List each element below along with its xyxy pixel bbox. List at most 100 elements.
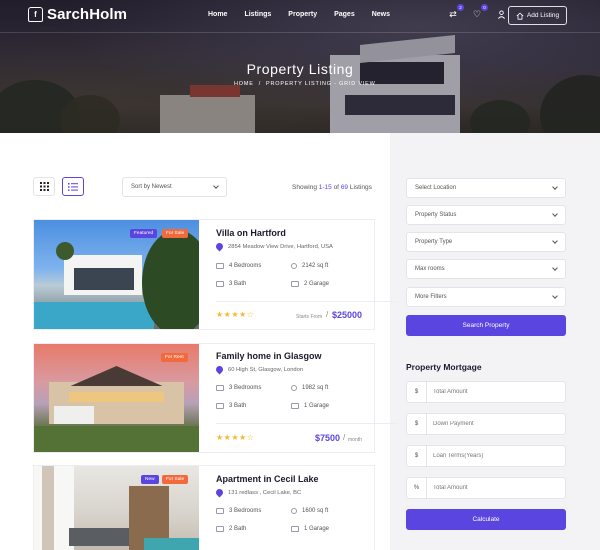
price-separator: /	[326, 310, 329, 319]
chevron-down-icon	[552, 265, 558, 271]
add-listing-button[interactable]: Add Listing	[508, 6, 567, 25]
currency-prefix: $	[407, 446, 427, 466]
photo-windows	[69, 392, 164, 402]
logo-mark-letter: f	[34, 10, 37, 19]
search-property-button[interactable]: Search Property	[406, 315, 566, 336]
page-title: Property Listing	[246, 61, 354, 77]
compare-count: 2	[457, 4, 464, 11]
results-prefix: Showing	[292, 184, 319, 191]
compare-icon[interactable]: ⇄ 2	[448, 4, 464, 19]
bedrooms-value: 3 Bedrooms	[229, 385, 262, 391]
listing-card[interactable]: New For Sale Apartment in Cecil Lake 131…	[33, 465, 375, 550]
list-view-button[interactable]	[62, 177, 84, 196]
grid-icon	[39, 182, 49, 191]
area: 2142 sq ft	[291, 263, 328, 269]
type-label: Property Type	[415, 239, 453, 245]
badge-for-sale: For Sale	[162, 475, 189, 484]
bath-icon	[216, 526, 224, 532]
more-filters-select[interactable]: More Filters	[406, 287, 566, 307]
bedrooms-value: 4 Bedrooms	[229, 263, 262, 269]
location-label: Select Location	[415, 185, 457, 191]
results-count: Showing 1-15 of 69 Listings	[292, 184, 372, 191]
nav-property[interactable]: Property	[288, 11, 317, 18]
nav-home[interactable]: Home	[208, 11, 227, 18]
rating-stars: ★★★★☆	[216, 433, 255, 442]
badge-featured: Featured	[130, 229, 158, 238]
photo-garage	[54, 406, 94, 424]
price-note: month	[348, 437, 362, 443]
listing-title[interactable]: Villa on Hartford	[216, 228, 286, 238]
area-icon	[291, 263, 297, 269]
grid-view-button[interactable]	[33, 177, 55, 196]
listing-title[interactable]: Family home in Glasgow	[216, 351, 322, 361]
garage: 1 Garage	[291, 526, 329, 532]
user-icon[interactable]	[496, 9, 506, 19]
loan-terms-input[interactable]	[427, 446, 557, 466]
garage-value: 1 Garage	[304, 403, 330, 409]
more-filters-label: More Filters	[415, 294, 447, 300]
rating-stars: ★★★★☆	[216, 310, 255, 319]
address-text: 131 redlass , Cecil Lake, BC	[228, 489, 302, 496]
card-divider	[216, 301, 398, 302]
garage-value: 2 Garage	[304, 281, 330, 287]
rooms-label: Max rooms	[415, 266, 445, 272]
sort-select[interactable]: Sort by Newest	[122, 177, 227, 197]
calculate-button[interactable]: Calculate	[406, 509, 566, 530]
bedrooms-value: 3 Bedrooms	[229, 508, 262, 514]
photo-villa-glass	[74, 268, 134, 290]
nav-listings[interactable]: Listings	[244, 11, 271, 18]
breadcrumb-home[interactable]: HOME	[234, 81, 254, 87]
location-pin-icon	[214, 364, 225, 375]
garage-icon	[291, 403, 299, 409]
photo-curtain	[42, 466, 54, 550]
garage: 1 Garage	[291, 403, 329, 409]
badge-for-sale: For Sale	[162, 229, 189, 238]
price-separator: /	[343, 433, 346, 442]
garage-icon	[291, 281, 299, 287]
bath-icon	[216, 403, 224, 409]
results-suffix: Listings	[348, 184, 372, 191]
percent-prefix: %	[407, 478, 427, 498]
bath: 3 Bath	[216, 281, 246, 287]
nav-news[interactable]: News	[372, 11, 390, 18]
photo-window	[34, 466, 74, 550]
half-star-icon: ☆	[246, 310, 255, 319]
bed-icon	[216, 385, 224, 391]
listing-price: $25000	[332, 310, 363, 320]
area-value: 2142 sq ft	[302, 263, 329, 269]
area-value: 1600 sq ft	[302, 508, 329, 514]
bath: 2 Bath	[216, 526, 246, 532]
type-select[interactable]: Property Type	[406, 232, 566, 252]
listing-card[interactable]: For Rent Family home in Glasgow 60 High …	[33, 343, 398, 453]
area-value: 1982 sq ft	[302, 385, 329, 391]
photo-palm	[56, 242, 74, 260]
half-star-icon: ☆	[246, 433, 255, 442]
area: 1982 sq ft	[291, 385, 328, 391]
garage: 2 Garage	[291, 281, 329, 287]
location-pin-icon	[214, 487, 225, 498]
card-divider	[216, 423, 398, 424]
photo-sofa	[69, 528, 129, 546]
nav-pages[interactable]: Pages	[334, 11, 355, 18]
total-amount-input[interactable]	[427, 382, 557, 402]
add-listing-label: Add Listing	[526, 12, 560, 19]
bedrooms: 4 Bedrooms	[216, 263, 261, 269]
listing-address: 131 redlass , Cecil Lake, BC	[214, 487, 302, 498]
area: 1600 sq ft	[291, 508, 328, 514]
listing-address: 60 High St, Glasgow, London	[214, 364, 303, 375]
heart-icon[interactable]: ♡ 0	[472, 4, 488, 19]
breadcrumb-separator: /	[258, 81, 262, 87]
down-payment-input[interactable]	[427, 414, 557, 434]
chevron-down-icon	[552, 238, 558, 244]
hero-banner: f SarchHolm Home Listings Property Pages…	[0, 0, 600, 133]
listing-title[interactable]: Apartment in Cecil Lake	[216, 474, 319, 484]
status-select[interactable]: Property Status	[406, 205, 566, 225]
interest-input[interactable]	[427, 478, 557, 498]
rooms-select[interactable]: Max rooms	[406, 259, 566, 279]
site-logo[interactable]: f SarchHolm	[28, 6, 127, 23]
status-label: Property Status	[415, 212, 457, 218]
location-select[interactable]: Select Location	[406, 178, 566, 198]
badge-new: New	[141, 475, 159, 484]
listing-card[interactable]: Featured For Sale Villa on Hartford 2854…	[33, 219, 398, 330]
listing-price: $7500	[315, 433, 341, 443]
